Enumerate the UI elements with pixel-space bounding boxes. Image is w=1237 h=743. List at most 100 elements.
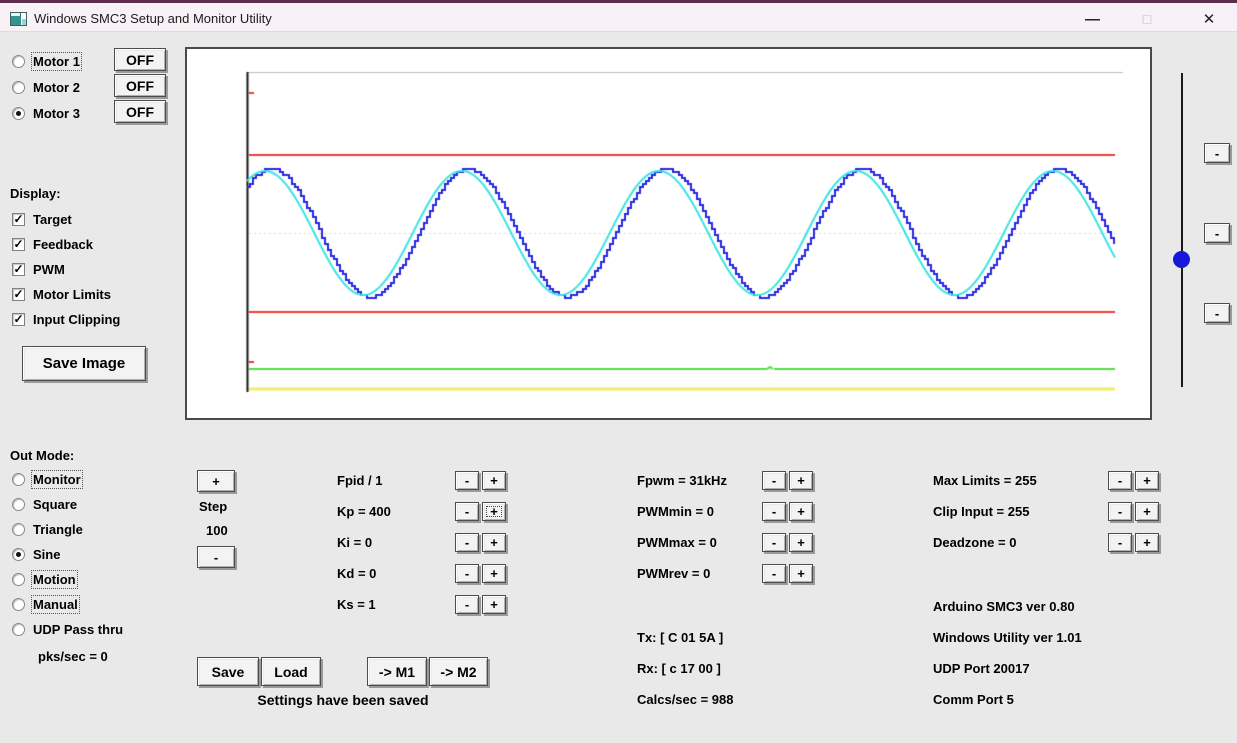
sine-radio[interactable] (12, 548, 25, 561)
triangle-radio[interactable] (12, 523, 25, 536)
fpid-plus-button[interactable]: + (482, 471, 506, 490)
to-m2-button[interactable]: -> M2 (429, 657, 488, 686)
display-motor-limits-row[interactable]: ✓ Motor Limits (12, 283, 111, 305)
ks-minus-button[interactable]: - (455, 595, 479, 614)
trim-minus-button-1[interactable]: - (1204, 143, 1230, 163)
pwmmax-minus-button[interactable]: - (762, 533, 786, 552)
motor-2-radio-row[interactable]: Motor 2 (12, 76, 80, 98)
deadzone-minus-button[interactable]: - (1108, 533, 1132, 552)
trim-minus-button-2[interactable]: - (1204, 223, 1230, 243)
step-minus-button[interactable]: - (197, 546, 235, 568)
pks-per-sec-label: pks/sec = 0 (38, 649, 108, 664)
out-mode-manual-row[interactable]: Manual (12, 593, 78, 615)
manual-radio[interactable] (12, 598, 25, 611)
to-m1-button[interactable]: -> M1 (367, 657, 427, 686)
settings-status-text: Settings have been saved (197, 692, 489, 708)
offset-slider-track[interactable] (1181, 73, 1183, 387)
fpid-label: Fpid / 1 (337, 473, 383, 488)
maximize-button-icon[interactable]: □ (1130, 5, 1164, 33)
motor-3-radio-row[interactable]: Motor 3 (12, 102, 80, 124)
out-mode-monitor-row[interactable]: Monitor (12, 468, 81, 490)
check-icon: ✓ (13, 239, 23, 249)
motor-2-off-button[interactable]: OFF (114, 74, 166, 97)
clip-input-plus-button[interactable]: + (1135, 502, 1159, 521)
fpwm-label: Fpwm = 31kHz (637, 473, 727, 488)
titlebar: Windows SMC3 Setup and Monitor Utility —… (0, 0, 1237, 32)
motor-1-radio[interactable] (12, 55, 25, 68)
target-checkbox[interactable]: ✓ (12, 213, 25, 226)
udp-pass-thru-label: UDP Pass thru (33, 622, 123, 637)
kd-minus-button[interactable]: - (455, 564, 479, 583)
kp-plus-button[interactable]: + (482, 502, 506, 521)
kp-minus-button[interactable]: - (455, 502, 479, 521)
ki-plus-button[interactable]: + (482, 533, 506, 552)
out-mode-triangle-row[interactable]: Triangle (12, 518, 83, 540)
out-mode-sine-row[interactable]: Sine (12, 543, 60, 565)
pwmmin-label: PWMmin = 0 (637, 504, 714, 519)
pwmrev-plus-button[interactable]: + (789, 564, 813, 583)
motor-1-radio-row[interactable]: Motor 1 (12, 50, 80, 72)
motor-2-label: Motor 2 (33, 80, 80, 95)
udp-pass-thru-radio[interactable] (12, 623, 25, 636)
trim-minus-button-3[interactable]: - (1204, 303, 1230, 323)
input-clipping-checkbox-label: Input Clipping (33, 312, 120, 327)
out-mode-square-row[interactable]: Square (12, 493, 77, 515)
save-image-button[interactable]: Save Image (22, 346, 146, 381)
load-button[interactable]: Load (261, 657, 321, 686)
motor-3-off-button[interactable]: OFF (114, 100, 166, 123)
step-value: 100 (206, 523, 228, 538)
deadzone-plus-button[interactable]: + (1135, 533, 1159, 552)
motion-label: Motion (33, 572, 76, 587)
pwmmin-plus-button[interactable]: + (789, 502, 813, 521)
ks-plus-button[interactable]: + (482, 595, 506, 614)
save-button[interactable]: Save (197, 657, 259, 686)
display-feedback-row[interactable]: ✓ Feedback (12, 233, 93, 255)
out-mode-udp-row[interactable]: UDP Pass thru (12, 618, 123, 640)
trace-chart-panel (185, 47, 1152, 420)
pwmmax-plus-button[interactable]: + (789, 533, 813, 552)
ki-minus-button[interactable]: - (455, 533, 479, 552)
triangle-label: Triangle (33, 522, 83, 537)
max-limits-plus-button[interactable]: + (1135, 471, 1159, 490)
display-input-clipping-row[interactable]: ✓ Input Clipping (12, 308, 120, 330)
fpwm-minus-button[interactable]: - (762, 471, 786, 490)
feedback-checkbox[interactable]: ✓ (12, 238, 25, 251)
monitor-radio[interactable] (12, 473, 25, 486)
display-target-row[interactable]: ✓ Target (12, 208, 72, 230)
trace-chart-canvas (187, 49, 1150, 418)
utility-version-text: Windows Utility ver 1.01 (933, 630, 1082, 645)
motor-1-off-button[interactable]: OFF (114, 48, 166, 71)
feedback-checkbox-label: Feedback (33, 237, 93, 252)
step-plus-button[interactable]: + (197, 470, 235, 492)
fpid-minus-button[interactable]: - (455, 471, 479, 490)
kp-label: Kp = 400 (337, 504, 391, 519)
motor-2-radio[interactable] (12, 81, 25, 94)
out-mode-motion-row[interactable]: Motion (12, 568, 76, 590)
display-pwm-row[interactable]: ✓ PWM (12, 258, 65, 280)
arduino-version-text: Arduino SMC3 ver 0.80 (933, 599, 1075, 614)
motor-3-radio[interactable] (12, 107, 25, 120)
ks-label: Ks = 1 (337, 597, 376, 612)
input-clipping-checkbox[interactable]: ✓ (12, 313, 25, 326)
motion-radio[interactable] (12, 573, 25, 586)
fpwm-plus-button[interactable]: + (789, 471, 813, 490)
pwm-checkbox[interactable]: ✓ (12, 263, 25, 276)
pwmmin-minus-button[interactable]: - (762, 502, 786, 521)
motor-3-label: Motor 3 (33, 106, 80, 121)
kd-label: Kd = 0 (337, 566, 376, 581)
pwmrev-minus-button[interactable]: - (762, 564, 786, 583)
close-button-icon[interactable]: ✕ (1192, 5, 1226, 33)
pwm-checkbox-label: PWM (33, 262, 65, 277)
kd-plus-button[interactable]: + (482, 564, 506, 583)
target-checkbox-label: Target (33, 212, 72, 227)
pwmrev-label: PWMrev = 0 (637, 566, 710, 581)
clip-input-minus-button[interactable]: - (1108, 502, 1132, 521)
app-window: Windows SMC3 Setup and Monitor Utility —… (0, 0, 1237, 743)
minimize-button-icon[interactable]: — (1075, 5, 1109, 33)
max-limits-minus-button[interactable]: - (1108, 471, 1132, 490)
offset-slider-knob[interactable] (1173, 251, 1190, 268)
square-radio[interactable] (12, 498, 25, 511)
motor-limits-checkbox-label: Motor Limits (33, 287, 111, 302)
motor-limits-checkbox[interactable]: ✓ (12, 288, 25, 301)
tx-readout: Tx: [ C 01 5A ] (637, 630, 723, 645)
